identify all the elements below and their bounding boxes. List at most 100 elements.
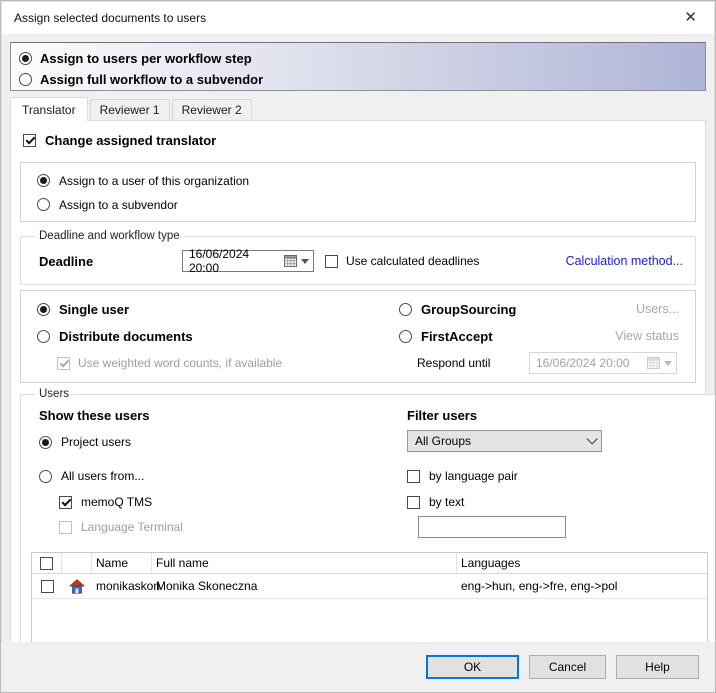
deadline-datetime-picker[interactable]: 16/06/2024 20:00	[182, 250, 314, 272]
dropdown-arrow-icon	[664, 361, 672, 366]
mode-per-workflow-step[interactable]: Assign to users per workflow step	[19, 48, 695, 69]
groupsourcing-label: GroupSourcing	[421, 302, 516, 317]
ok-button[interactable]: OK	[426, 655, 519, 679]
show-these-users-heading: Show these users	[39, 408, 407, 424]
title-bar: Assign selected documents to users ✕	[1, 1, 715, 34]
text-filter-input[interactable]	[418, 516, 566, 538]
deadline-label: Deadline	[39, 254, 182, 269]
assign-subvendor-option[interactable]: Assign to a subvendor	[37, 195, 679, 214]
all-users-from-radio[interactable]	[39, 470, 52, 483]
by-text-label: by text	[429, 495, 464, 509]
show-these-users-column: Show these users Project users All users…	[39, 408, 407, 538]
users-table-header: Name Full name Languages	[32, 553, 707, 574]
users-groupbox-title: Users	[35, 388, 73, 400]
full-workflow-subvendor-radio[interactable]	[19, 73, 32, 86]
assign-target-box: Assign to a user of this organization As…	[20, 162, 696, 222]
tab-translator[interactable]: Translator	[10, 97, 88, 121]
assign-subvendor-radio[interactable]	[37, 198, 50, 211]
full-name-column-header[interactable]: Full name	[152, 553, 457, 573]
single-user-radio[interactable]	[37, 303, 50, 316]
use-calculated-deadlines-checkbox[interactable]	[325, 255, 338, 268]
firstaccept-label: FirstAccept	[421, 329, 493, 344]
by-language-pair-label: by language pair	[429, 469, 518, 483]
tab-reviewer-1[interactable]: Reviewer 1	[90, 99, 170, 120]
tab-reviewer-2[interactable]: Reviewer 2	[172, 99, 252, 120]
weighted-word-counts-checkbox	[57, 357, 70, 370]
name-column-header[interactable]: Name	[92, 553, 152, 573]
help-button[interactable]: Help	[616, 655, 699, 679]
users-link: Users...	[636, 302, 679, 316]
change-assigned-translator-checkbox[interactable]	[23, 134, 36, 147]
weighted-word-counts-label: Use weighted word counts, if available	[78, 356, 282, 370]
language-terminal-checkbox	[59, 521, 72, 534]
group-filter-value: All Groups	[415, 434, 586, 448]
calculation-method-link[interactable]: Calculation method...	[566, 254, 683, 268]
respond-until-value: 16/06/2024 20:00	[536, 356, 643, 370]
translator-tab-page: Change assigned translator Assign to a u…	[10, 120, 706, 646]
dialog-title: Assign selected documents to users	[14, 11, 206, 25]
select-all-checkbox[interactable]	[40, 557, 53, 570]
workflow-type-box: Single user GroupSourcing Users... Distr…	[20, 290, 696, 383]
calendar-icon	[284, 255, 297, 267]
memoq-tms-checkbox[interactable]	[59, 496, 72, 509]
deadline-value: 16/06/2024 20:00	[189, 247, 280, 275]
assign-subvendor-label: Assign to a subvendor	[59, 198, 178, 212]
weighted-word-counts-option: Use weighted word counts, if available	[37, 356, 399, 370]
calendar-icon	[647, 357, 660, 369]
user-full-name: Monika Skoneczna	[152, 574, 457, 598]
assign-organization-label: Assign to a user of this organization	[59, 174, 249, 188]
firstaccept-radio[interactable]	[399, 330, 412, 343]
distribute-documents-option[interactable]: Distribute documents	[37, 327, 399, 345]
by-language-pair-checkbox[interactable]	[407, 470, 420, 483]
deadline-row: Deadline 16/06/2024 20:00	[39, 248, 686, 274]
deadline-groupbox-title: Deadline and workflow type	[35, 230, 184, 242]
dropdown-arrow-icon[interactable]	[301, 259, 309, 264]
chevron-down-icon	[586, 433, 597, 444]
full-workflow-subvendor-label: Assign full workflow to a subvendor	[40, 72, 263, 87]
group-filter-select[interactable]: All Groups	[407, 430, 602, 452]
icon-column-header	[62, 553, 92, 573]
project-users-option[interactable]: Project users	[39, 434, 407, 450]
single-user-option[interactable]: Single user	[37, 300, 399, 318]
respond-until-label: Respond until	[399, 356, 529, 370]
use-calculated-deadlines-option[interactable]: Use calculated deadlines	[325, 254, 479, 268]
languages-column-header[interactable]: Languages	[457, 553, 707, 573]
change-assigned-translator-row[interactable]: Change assigned translator	[23, 130, 696, 150]
distribute-documents-label: Distribute documents	[59, 329, 193, 344]
language-terminal-option: Language Terminal	[59, 519, 407, 535]
by-text-option[interactable]: by text	[407, 494, 708, 510]
firstaccept-option[interactable]: FirstAccept	[399, 327, 615, 345]
close-icon[interactable]: ✕	[678, 8, 703, 27]
assign-organization-radio[interactable]	[37, 174, 50, 187]
memoq-tms-option[interactable]: memoQ TMS	[59, 494, 407, 510]
filter-users-heading: Filter users	[407, 408, 708, 424]
user-name: monikaskon	[92, 574, 152, 598]
distribute-documents-radio[interactable]	[37, 330, 50, 343]
view-status-link: View status	[615, 329, 679, 343]
cancel-button[interactable]: Cancel	[529, 655, 606, 679]
groupsourcing-radio[interactable]	[399, 303, 412, 316]
by-language-pair-option[interactable]: by language pair	[407, 468, 708, 484]
assign-documents-dialog: Assign selected documents to users ✕ Ass…	[0, 0, 716, 693]
assign-organization-option[interactable]: Assign to a user of this organization	[37, 171, 679, 190]
user-languages: eng->hun, eng->fre, eng->pol	[457, 574, 707, 598]
table-row[interactable]: monikaskon Monika Skoneczna eng->hun, en…	[32, 574, 707, 599]
project-users-radio[interactable]	[39, 436, 52, 449]
groupsourcing-option[interactable]: GroupSourcing	[399, 300, 636, 318]
per-workflow-step-label: Assign to users per workflow step	[40, 51, 252, 66]
users-table-empty-area	[32, 599, 707, 645]
all-users-from-option[interactable]: All users from...	[39, 468, 407, 484]
tab-strip: Translator Reviewer 1 Reviewer 2	[10, 98, 706, 120]
per-workflow-step-radio[interactable]	[19, 52, 32, 65]
language-terminal-label: Language Terminal	[81, 520, 183, 534]
single-user-label: Single user	[59, 302, 129, 317]
all-users-from-label: All users from...	[61, 469, 144, 483]
project-users-label: Project users	[61, 435, 131, 449]
home-icon	[69, 579, 85, 594]
users-table: Name Full name Languages monikaskon Mo	[31, 552, 708, 646]
mode-full-workflow-subvendor[interactable]: Assign full workflow to a subvendor	[19, 69, 695, 90]
use-calculated-deadlines-label: Use calculated deadlines	[346, 254, 479, 268]
deadline-groupbox: Deadline and workflow type Deadline 16/0…	[20, 230, 696, 285]
by-text-checkbox[interactable]	[407, 496, 420, 509]
row-select-checkbox[interactable]	[41, 580, 54, 593]
